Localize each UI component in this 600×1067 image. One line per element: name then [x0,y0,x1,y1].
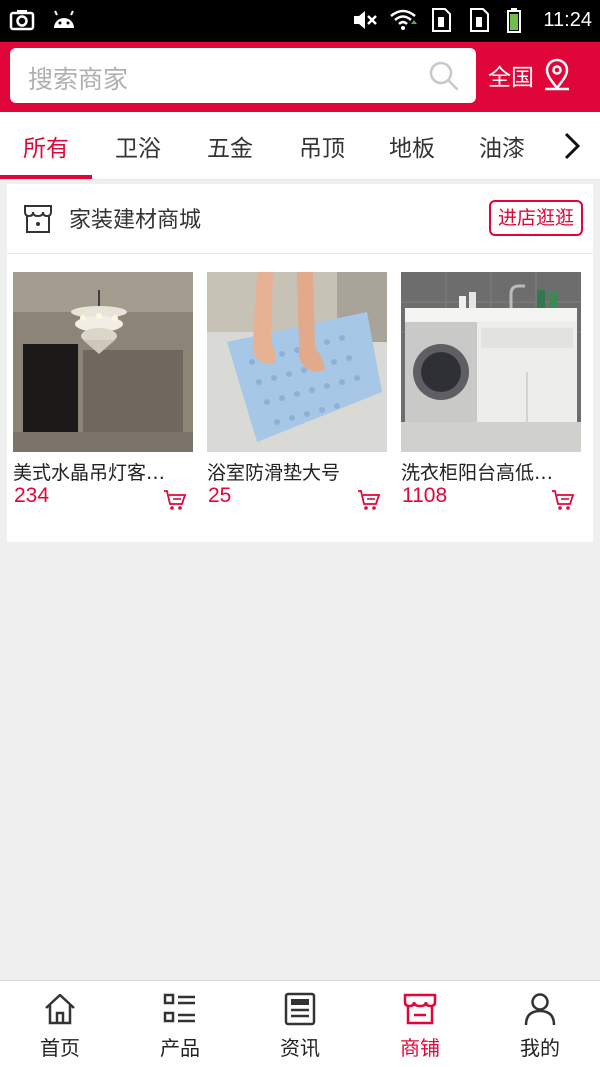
tab-label: 卫浴 [115,136,161,162]
cart-icon[interactable] [357,488,381,512]
screenshot-icon [9,10,35,31]
product-item[interactable]: 美式水晶吊灯客… 234 [13,272,193,522]
search-placeholder: 搜索商家 [28,65,129,94]
cart-icon[interactable] [551,488,575,512]
nav-label: 商铺 [400,1036,440,1060]
tab-label: 吊顶 [299,136,345,162]
news-icon [284,992,316,1026]
category-tabs: 所有 卫浴 五金 吊顶 地板 油漆 [0,112,600,180]
product-item[interactable]: 浴室防滑垫大号 25 [207,272,387,522]
nav-products[interactable]: 产品 [120,981,240,1067]
store-icon [403,993,437,1025]
active-tab-indicator [0,175,92,179]
product-item[interactable]: 洗衣柜阳台高低… 1108 [401,272,581,522]
shop-name: 家装建材商城 [69,208,202,233]
home-icon [45,993,75,1025]
tab-hardware[interactable]: 五金 [184,112,276,180]
product-price: 1108 [402,484,448,507]
nav-home[interactable]: 首页 [0,981,120,1067]
android-icon [54,10,74,28]
shop-header: 家装建材商城 进店逛逛 [7,184,593,254]
sim1-icon [432,8,452,32]
location-icon [545,58,569,91]
product-image[interactable] [401,272,581,452]
tab-label: 所有 [23,136,69,162]
search-input[interactable]: 搜索商家 [10,48,476,103]
user-icon [524,993,556,1026]
nav-label: 我的 [520,1036,560,1060]
region-selector[interactable]: 全国 [488,52,574,98]
product-name: 美式水晶吊灯客… [13,462,166,484]
shop-card: 家装建材商城 进店逛逛 美式水晶吊灯客… 234 浴室防滑垫大号 25 洗衣柜阳… [7,184,593,542]
clock: 11:24 [543,8,592,31]
product-image[interactable] [207,272,387,452]
list-icon [163,993,195,1023]
region-label: 全国 [488,65,534,91]
search-icon[interactable] [428,60,460,92]
chevron-right-icon[interactable] [552,126,592,166]
enter-shop-button[interactable]: 进店逛逛 [488,200,583,236]
product-list: 美式水晶吊灯客… 234 浴室防滑垫大号 25 洗衣柜阳台高低… 1108 [13,272,587,522]
tab-flooring[interactable]: 地板 [366,112,458,180]
tab-paint[interactable]: 油漆 [456,112,548,180]
product-name: 浴室防滑垫大号 [207,462,341,484]
nav-stores[interactable]: 商铺 [360,981,480,1067]
wifi-icon [390,9,418,30]
tab-label: 地板 [389,136,435,162]
nav-label: 资讯 [280,1036,320,1060]
battery-icon [507,8,522,33]
product-price: 25 [208,484,232,507]
product-price: 234 [14,484,50,507]
nav-label: 首页 [40,1036,80,1060]
status-bar: 11:24 [0,0,600,42]
tab-label: 五金 [207,136,253,162]
nav-profile[interactable]: 我的 [480,981,600,1067]
shop-icon [24,205,52,233]
product-name: 洗衣柜阳台高低… [401,462,554,484]
mute-icon [354,11,378,29]
bottom-nav: 首页 产品 资讯 商铺 我的 [0,980,600,1067]
sim2-icon [470,8,490,32]
cart-icon[interactable] [163,488,187,512]
app-header: 搜索商家 全国 [0,42,600,112]
tab-label: 油漆 [479,136,525,162]
nav-label: 产品 [160,1036,200,1060]
tab-ceiling[interactable]: 吊顶 [276,112,368,180]
nav-news[interactable]: 资讯 [240,981,360,1067]
tab-bathroom[interactable]: 卫浴 [92,112,184,180]
tab-all[interactable]: 所有 [0,112,92,180]
product-image[interactable] [13,272,193,452]
